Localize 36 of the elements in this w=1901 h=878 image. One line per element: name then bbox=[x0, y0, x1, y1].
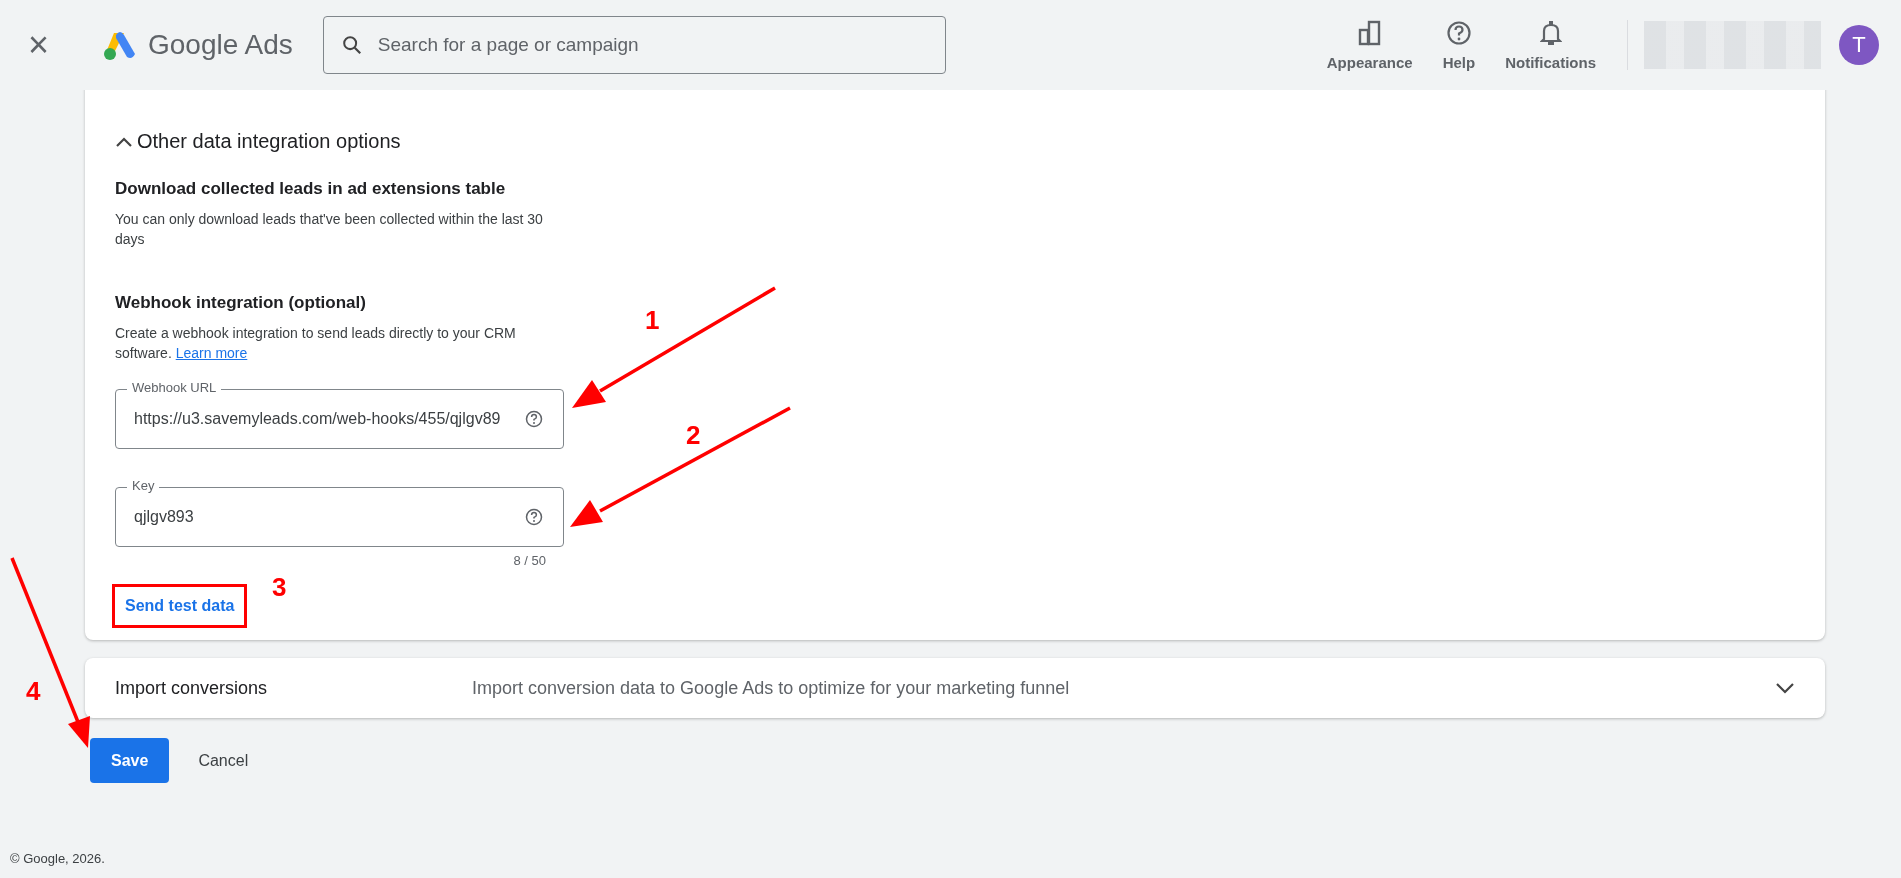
copyright-text: © Google, 2026. bbox=[9, 851, 106, 868]
chevron-icon bbox=[1775, 682, 1795, 694]
logo-icon bbox=[102, 29, 138, 61]
bell-icon bbox=[1539, 19, 1562, 46]
import-panel[interactable]: Import conversions Import conversion data to Google Ads to optimize for your marketing funnel bbox=[85, 658, 1825, 718]
panel-title: Import conversions bbox=[115, 677, 269, 699]
header-action[interactable]: Appearance bbox=[1326, 19, 1413, 71]
chevron-icon bbox=[115, 135, 133, 148]
section-toggle[interactable]: Other data integration options bbox=[115, 130, 401, 153]
header-action[interactable]: Notifications bbox=[1505, 19, 1596, 71]
send-test-data-link[interactable]: Send test data bbox=[125, 597, 235, 614]
field-label: Key bbox=[127, 478, 160, 493]
character-counter: 8 / 50 bbox=[513, 553, 546, 568]
help-icon bbox=[525, 410, 543, 428]
header-action[interactable]: Help bbox=[1442, 19, 1476, 71]
avatar[interactable]: T bbox=[1839, 25, 1879, 65]
save-button[interactable]: Save bbox=[90, 738, 170, 783]
annotation-number: 3 bbox=[272, 572, 287, 603]
annotation-number: 2 bbox=[686, 420, 701, 451]
annotation-number: 1 bbox=[645, 305, 660, 336]
section-heading: Download collected leads in ad extensions table bbox=[115, 179, 507, 199]
search-icon bbox=[340, 34, 363, 56]
search-field[interactable]: Search for a page or campaign bbox=[322, 16, 946, 74]
description-text: You can only download leads that've been collected within the last 30 days bbox=[115, 210, 544, 249]
help-icon bbox=[525, 508, 543, 526]
learn-more-link[interactable]: Learn more bbox=[175, 345, 248, 361]
field-label: Webhook URL bbox=[127, 380, 222, 395]
panel-description: Import conversion data to Google Ads to optimize for your marketing funnel bbox=[472, 677, 1071, 699]
help-icon bbox=[1445, 19, 1472, 46]
description-text: Create a webhook integration to send leads directly to your CRM software. Learn more bbox=[115, 324, 517, 363]
close-button[interactable]: × bbox=[28, 27, 56, 63]
cancel-button[interactable]: Cancel bbox=[177, 738, 270, 783]
section-heading: Webhook integration (optional) bbox=[115, 293, 367, 313]
bar-chart-icon bbox=[1357, 19, 1382, 46]
annotation-number: 4 bbox=[26, 676, 41, 707]
logo-text: Google Ads bbox=[148, 29, 293, 61]
